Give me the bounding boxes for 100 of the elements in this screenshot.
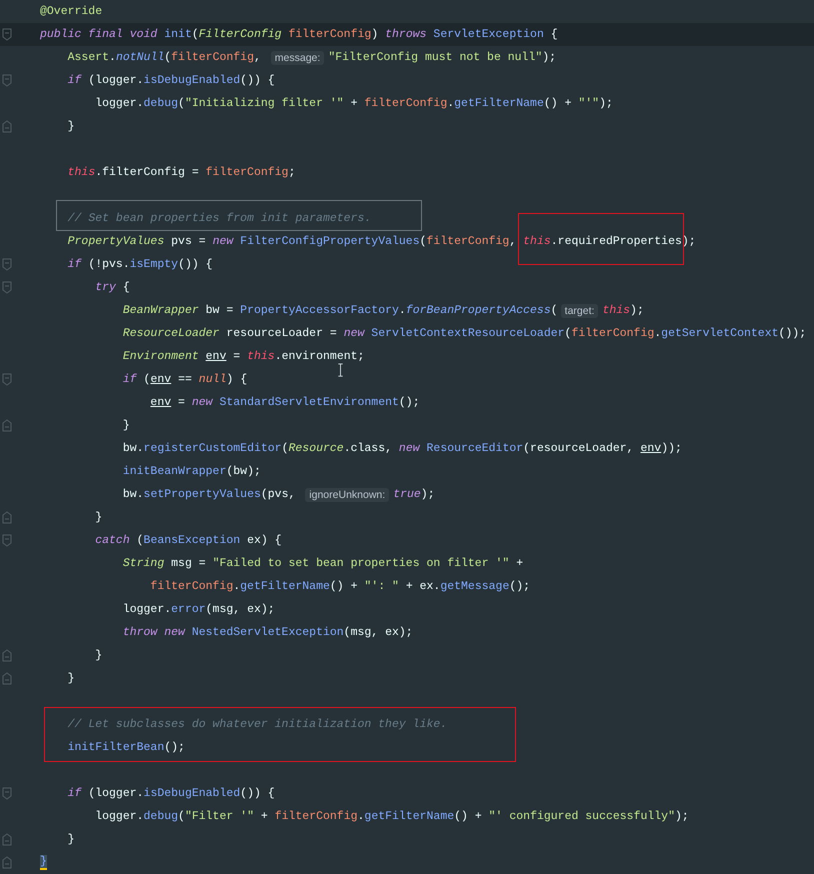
code-token: debug: [144, 97, 178, 110]
fold-icon[interactable]: [2, 419, 12, 432]
fold-icon[interactable]: [2, 649, 12, 662]
code-token: );: [420, 488, 435, 501]
code-token: getFilterName: [364, 810, 454, 823]
code-token: {: [550, 28, 558, 41]
code-token: (msg, ex);: [206, 603, 275, 616]
fold-icon[interactable]: [2, 511, 12, 524]
code-token: (bw);: [226, 465, 261, 478]
code-comment: // Let subclasses do whatever initialization they like.: [68, 718, 448, 731]
code-token: () +: [454, 810, 483, 823]
code-token: {: [122, 281, 130, 294]
fold-icon[interactable]: [2, 373, 12, 386]
code-token: filterConfig: [288, 28, 372, 41]
code-token: "FilterConfig must not be null": [328, 51, 542, 64]
code-token: env: [640, 442, 662, 455]
code-token: }: [68, 833, 75, 846]
fold-icon[interactable]: [2, 281, 12, 294]
code-token: ) {: [226, 373, 248, 386]
parameter-hint: ignoreUnknown:: [305, 488, 390, 502]
parameter-hint: message:: [270, 50, 324, 64]
code-token: .environment;: [274, 350, 364, 363]
code-token: "': ": [364, 580, 399, 593]
code-token: filterConfig: [571, 327, 654, 340]
code-token: ;: [288, 166, 296, 179]
code-token: BeansException: [144, 534, 242, 547]
code-token: ResourceLoader: [122, 327, 220, 340]
code-token: }: [95, 511, 102, 524]
code-token: setPropertyValues: [144, 488, 261, 501]
code-token: filterConfig: [171, 51, 254, 64]
code-token: (: [178, 97, 185, 110]
code-token: throw new: [122, 626, 186, 639]
code-token: }: [122, 419, 130, 432]
code-token: (logger.: [88, 787, 144, 800]
code-token: (: [136, 534, 144, 547]
code-token: }: [40, 855, 47, 870]
fold-icon[interactable]: [2, 74, 12, 87]
code-token: this: [247, 350, 275, 363]
code-comment: // Set bean properties from init parameters.: [68, 212, 372, 225]
code-token: }: [68, 672, 75, 685]
fold-icon[interactable]: [2, 120, 12, 133]
code-token: }: [95, 649, 102, 662]
code-token: .: [654, 327, 662, 340]
code-token: .filterConfig =: [95, 166, 200, 179]
code-token: (: [164, 51, 172, 64]
fold-icon[interactable]: [2, 28, 12, 41]
code-token: if: [122, 373, 138, 386]
code-token: getMessage: [440, 580, 510, 593]
code-token: filterConfig: [274, 810, 358, 823]
code-token: filterConfig: [206, 166, 288, 179]
code-token: ();: [164, 741, 185, 754]
code-token: throws: [385, 28, 428, 41]
code-token: .: [233, 580, 240, 593]
fold-icon[interactable]: [2, 672, 12, 685]
code-token: +: [516, 557, 524, 570]
code-token: .: [447, 97, 454, 110]
fold-icon[interactable]: [2, 258, 12, 271]
code-token: ()) {: [240, 74, 275, 87]
code-token: () +: [330, 580, 358, 593]
code-token: env: [150, 373, 172, 386]
code-token: StandardServletEnvironment: [219, 396, 399, 409]
code-token: filterConfig: [150, 580, 234, 593]
code-token: (: [564, 327, 572, 340]
code-token: .: [358, 810, 364, 823]
code-token: );: [675, 810, 689, 823]
code-token: public final void: [40, 28, 158, 41]
code-token: getFilterName: [240, 580, 330, 593]
code-token: BeanWrapper: [122, 304, 200, 317]
code-token: );: [599, 97, 613, 110]
code-token: .: [398, 304, 406, 317]
code-token: ));: [661, 442, 682, 455]
code-token: getFilterName: [454, 97, 544, 110]
code-token: ,: [509, 235, 518, 248]
code-token: () +: [544, 97, 572, 110]
code-token: try: [95, 281, 117, 294]
code-token: new: [212, 235, 235, 248]
code-token: (!pvs.: [88, 258, 130, 271]
code-token: isEmpty: [130, 258, 178, 271]
code-token: ();: [509, 580, 530, 593]
code-token: logger.: [95, 97, 144, 110]
code-token: debug: [144, 810, 178, 823]
code-token: }: [68, 120, 75, 133]
code-token: ResourceEditor: [426, 442, 524, 455]
code-token: this: [523, 235, 551, 248]
fold-icon[interactable]: [2, 787, 12, 800]
fold-icon[interactable]: [2, 534, 12, 547]
code-token: initFilterBean: [68, 741, 164, 754]
code-token: +: [350, 97, 358, 110]
code-token: +: [260, 810, 269, 823]
code-token: isDebugEnabled: [144, 787, 240, 800]
parameter-hint: target:: [560, 304, 598, 318]
code-token: ex) {: [247, 534, 282, 547]
code-token: Resource: [288, 442, 344, 455]
fold-icon[interactable]: [2, 856, 12, 869]
fold-icon[interactable]: [2, 833, 12, 846]
code-token: new: [344, 327, 366, 340]
code-token: (: [144, 373, 150, 386]
code-token: FilterConfigPropertyValues: [240, 235, 420, 248]
code-token: pvs =: [171, 235, 207, 248]
code-token: resourceLoader =: [226, 327, 338, 340]
